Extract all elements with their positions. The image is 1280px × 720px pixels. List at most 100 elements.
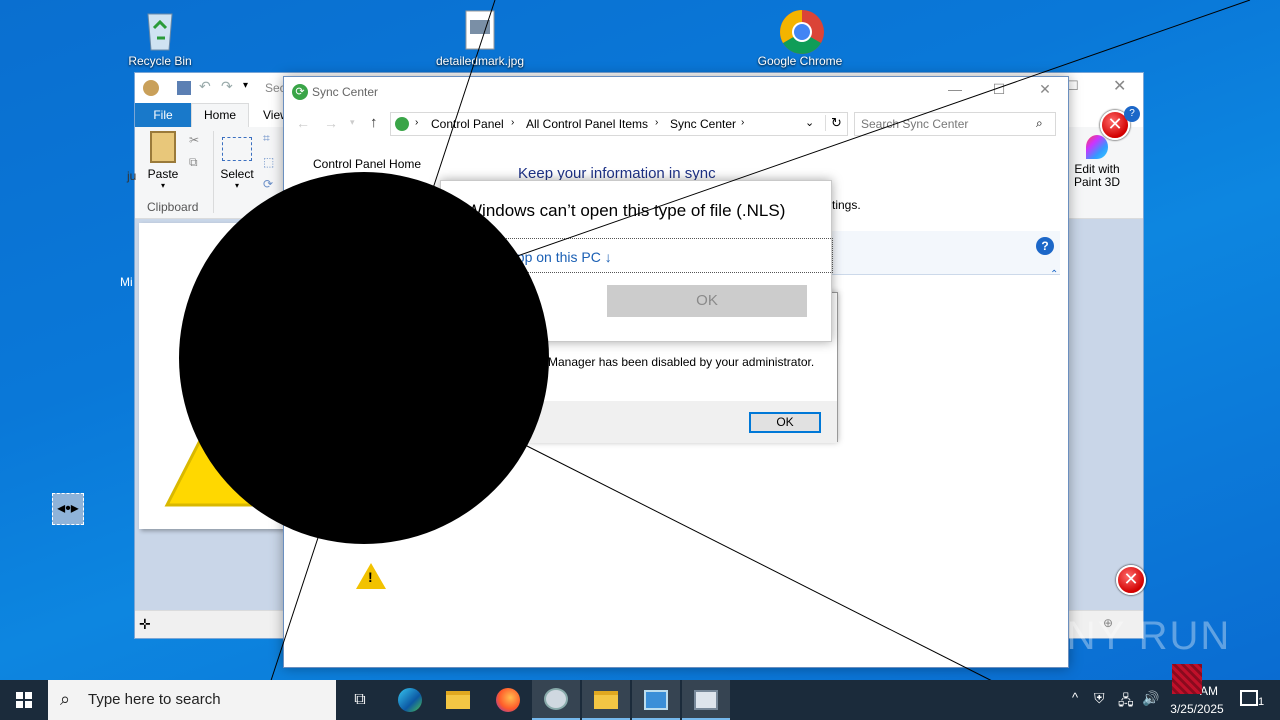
back-arrow-icon[interactable]: ← xyxy=(296,115,310,131)
address-dropdown-icon[interactable]: ⌄ xyxy=(805,116,814,129)
ok-button[interactable]: OK xyxy=(607,285,807,317)
redo-icon[interactable]: ↷ xyxy=(221,78,233,95)
notification-icon xyxy=(1240,690,1258,706)
desktop-icon-label: Recycle Bin xyxy=(128,54,192,68)
volume-icon[interactable]: 🔊 xyxy=(1142,690,1159,707)
breadcrumb-separator: › xyxy=(655,117,659,128)
paint-icon xyxy=(544,688,568,710)
control-panel-taskbar-button[interactable] xyxy=(632,680,680,720)
select-button[interactable]: Select ▾ xyxy=(219,133,255,190)
breadcrumb-control-panel[interactable]: Control Panel xyxy=(431,117,504,131)
cut-icon[interactable]: ✂ xyxy=(189,133,199,147)
window-app-icon xyxy=(694,690,718,710)
security-icon[interactable]: ⛨ xyxy=(1094,690,1105,707)
collapse-icon[interactable]: ⌃ xyxy=(1050,269,1058,280)
paste-button[interactable]: Paste ▾ xyxy=(143,131,183,190)
undo-icon[interactable]: ↶ xyxy=(199,78,211,95)
desktop-icon-detailedmark[interactable]: detailedmark.jpg xyxy=(420,8,540,68)
refresh-icon[interactable]: ↻ xyxy=(825,115,847,131)
forward-arrow-icon[interactable]: → xyxy=(324,115,338,131)
taskbar-search-box[interactable]: Type here to search xyxy=(48,680,336,720)
ribbon-divider xyxy=(213,131,214,213)
toolbar-strip xyxy=(830,231,1060,275)
task-view-button[interactable]: ⧉ xyxy=(336,680,384,720)
explorer-window-taskbar-button[interactable] xyxy=(582,680,630,720)
resize-cursor-icon: ◂•▸ xyxy=(52,493,84,525)
windows-logo-icon xyxy=(16,692,32,708)
look-for-app-text[interactable]: app on this PC ↓ xyxy=(509,249,612,265)
file-explorer-taskbar-button[interactable] xyxy=(434,680,482,720)
edit-with-paint3d-label: Edit with Paint 3D xyxy=(1073,162,1121,189)
black-circle-overlay xyxy=(179,172,549,544)
recycle-bin-icon xyxy=(138,8,182,52)
breadcrumb-separator: › xyxy=(415,117,419,128)
tab-home[interactable]: Home xyxy=(191,103,249,127)
help-badge-icon: ? xyxy=(1124,106,1140,122)
paste-icon xyxy=(150,131,176,163)
tray-glitch-icon xyxy=(1172,664,1202,694)
dialog-taskbar-button[interactable] xyxy=(682,680,730,720)
firefox-taskbar-button[interactable] xyxy=(484,680,532,720)
start-button[interactable] xyxy=(0,680,48,720)
notification-center-button[interactable]: 1 xyxy=(1232,680,1280,720)
rotate-icon[interactable]: ⟳ xyxy=(263,177,273,191)
minimize-button[interactable]: — xyxy=(940,81,970,97)
taskbar: Type here to search ⌕ ⧉ ^ ⛨ 🖧 🔊 AM 3/25/… xyxy=(0,664,1280,720)
move-cursor-icon: ✛ xyxy=(139,616,151,632)
anyrun-watermark: ANY RUN xyxy=(1038,614,1232,658)
admin-message: Manager has been disabled by your admini… xyxy=(548,355,815,369)
network-icon[interactable]: 🖧 xyxy=(1118,690,1134,714)
edge-icon xyxy=(398,688,422,712)
partial-paint-label: ju xyxy=(127,169,137,183)
search-icon: ⌕ xyxy=(60,689,71,709)
resize-icon[interactable]: ⬚ xyxy=(263,155,274,169)
recent-locations-icon[interactable]: ▾ xyxy=(350,117,355,128)
folder-icon xyxy=(446,691,470,709)
up-arrow-icon[interactable]: ↑ xyxy=(370,114,378,131)
control-panel-home-link[interactable]: Control Panel Home xyxy=(313,157,421,171)
close-button[interactable]: ✕ xyxy=(1030,81,1060,98)
dialog-title: Windows can’t open this type of file (.N… xyxy=(466,201,786,220)
desktop-icon-recycle-bin[interactable]: Recycle Bin xyxy=(100,8,220,68)
desktop-icon-chrome[interactable]: Google Chrome xyxy=(740,8,860,68)
search-icon: ⌕ xyxy=(1036,116,1043,130)
paint-close-button[interactable]: ✕ xyxy=(1113,76,1126,96)
paste-label: Paste xyxy=(147,167,179,181)
paint-taskbar-button[interactable] xyxy=(532,680,580,720)
breadcrumb-all-items[interactable]: All Control Panel Items xyxy=(526,117,648,131)
copy-icon[interactable]: ⧉ xyxy=(189,155,198,170)
breadcrumb-separator: › xyxy=(741,117,745,128)
breadcrumb-sync-center[interactable]: Sync Center xyxy=(670,117,736,131)
save-icon[interactable] xyxy=(177,81,191,95)
crop-icon[interactable]: ⌗ xyxy=(263,131,270,146)
folder-icon xyxy=(594,691,618,709)
partial-desktop-label: Mi xyxy=(120,275,133,289)
firefox-icon xyxy=(496,688,520,712)
help-icon[interactable]: ? xyxy=(1036,237,1054,255)
control-panel-icon xyxy=(395,117,409,131)
select-icon xyxy=(222,137,252,161)
control-panel-icon xyxy=(644,690,668,710)
select-label: Select xyxy=(220,167,254,181)
partial-text: tings. xyxy=(832,198,861,212)
maximize-button[interactable]: ☐ xyxy=(984,81,1014,98)
notification-count: 1 xyxy=(1258,696,1265,708)
edge-taskbar-button[interactable] xyxy=(386,680,434,720)
tab-file[interactable]: File xyxy=(135,103,191,127)
address-bar[interactable]: › Control Panel › All Control Panel Item… xyxy=(390,112,848,136)
breadcrumb-separator: › xyxy=(511,117,515,128)
clock-date: 3/25/2025 xyxy=(1170,702,1224,716)
warning-exclamation: ! xyxy=(368,569,373,585)
customize-quick-access-icon[interactable]: ▾ xyxy=(243,80,248,91)
desktop-icon-label: Google Chrome xyxy=(757,54,843,68)
ok-button[interactable]: OK xyxy=(749,412,821,433)
clipboard-group-label: Clipboard xyxy=(147,200,199,214)
desktop-icon-label: detailedmark.jpg xyxy=(435,54,525,68)
search-input[interactable]: Search Sync Center xyxy=(854,112,1056,136)
sync-center-icon: ⟳ xyxy=(292,84,308,100)
show-hidden-icons-chevron[interactable]: ^ xyxy=(1072,690,1078,705)
paint3d-icon xyxy=(1086,135,1108,159)
chevron-down-icon: ▾ xyxy=(234,181,239,190)
chrome-icon xyxy=(778,8,824,54)
image-file-icon xyxy=(458,8,502,52)
